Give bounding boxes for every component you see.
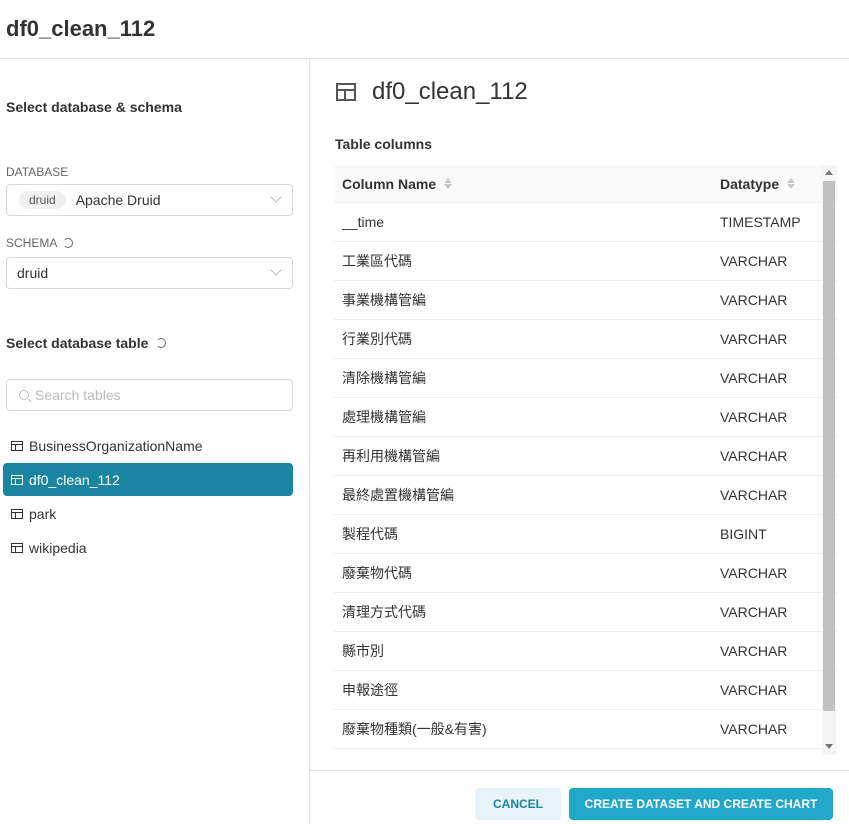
search-icon <box>19 390 29 400</box>
column-name-header-label: Column Name <box>342 175 437 192</box>
refresh-icon[interactable] <box>63 238 74 248</box>
table-row: 工業區代碼 VARCHAR <box>334 242 838 281</box>
column-name-cell: 事業機構管編 <box>342 292 426 308</box>
table-row: 廢棄物代碼 VARCHAR <box>334 554 838 593</box>
datatype-cell: VARCHAR <box>720 409 788 425</box>
table-icon <box>11 474 23 485</box>
schema-value: druid <box>17 265 49 281</box>
table-row: 事業機構管編 VARCHAR <box>334 281 838 320</box>
modal-header: df0_clean_112 <box>0 0 849 59</box>
refresh-icon[interactable] <box>156 338 167 348</box>
database-value: Apache Druid <box>75 192 161 208</box>
search-tables-field[interactable] <box>6 379 293 411</box>
table-row: 清除機構管編 VARCHAR <box>334 359 838 398</box>
table-item-label: park <box>29 505 57 522</box>
main-title: df0_clean_112 <box>336 78 528 106</box>
column-name-cell: 清除機構管編 <box>342 370 426 386</box>
column-name-cell: 工業區代碼 <box>342 253 412 269</box>
datatype-cell: TIMESTAMP <box>720 214 801 230</box>
datatype-cell: VARCHAR <box>720 604 788 620</box>
table-item-businessorganizationname[interactable]: BusinessOrganizationName <box>3 429 293 462</box>
column-name-cell: 製程代碼 <box>342 526 398 542</box>
select-db-schema-title: Select database & schema <box>6 99 182 115</box>
column-name-cell: __time <box>342 214 385 230</box>
column-name-cell: 縣市別 <box>342 643 384 659</box>
table-item-park[interactable]: park <box>3 497 293 530</box>
select-table-title-text: Select database table <box>6 335 149 351</box>
sort-icon <box>444 178 453 189</box>
table-icon <box>11 440 23 451</box>
right-panel: df0_clean_112 Table columns Column Name … <box>310 59 849 824</box>
column-name-cell: 廢棄物種類(一般&有害) <box>342 721 487 737</box>
column-name-cell: 處理機構管編 <box>342 409 426 425</box>
modal-footer: CANCEL CREATE DATASET AND CREATE CHART <box>310 770 849 824</box>
database-tag: druid <box>19 191 66 209</box>
columns-table: Column Name Datatype __time TIMESTAMP 工業區代… <box>334 165 838 755</box>
table-item-label: BusinessOrganizationName <box>29 437 203 454</box>
modal-title: df0_clean_112 <box>6 16 156 41</box>
schema-label-text: SCHEMA <box>6 236 58 250</box>
cancel-button[interactable]: CANCEL <box>475 788 561 820</box>
datatype-cell: VARCHAR <box>720 682 788 698</box>
column-name-cell: 再利用機構管編 <box>342 448 440 464</box>
datatype-cell: VARCHAR <box>720 370 788 386</box>
table-row: 處理機構管編 VARCHAR <box>334 398 838 437</box>
database-label-text: DATABASE <box>6 165 69 179</box>
chevron-down-icon <box>270 264 282 276</box>
table-item-df0-clean-112[interactable]: df0_clean_112 <box>3 463 293 496</box>
datatype-cell: BIGINT <box>720 526 767 542</box>
table-row: __time TIMESTAMP <box>334 203 838 242</box>
column-name-header[interactable]: Column Name <box>334 176 720 192</box>
column-name-cell: 廢棄物代碼 <box>342 565 412 581</box>
table-row: 清理方式代碼 VARCHAR <box>334 593 838 632</box>
table-row: 縣市別 VARCHAR <box>334 632 838 671</box>
scroll-thumb[interactable] <box>823 181 835 711</box>
column-name-cell: 清理方式代碼 <box>342 604 426 620</box>
table-row: 申報途徑 VARCHAR <box>334 671 838 710</box>
scroll-down-icon[interactable] <box>825 744 833 749</box>
table-row: 製程代碼 BIGINT <box>334 515 838 554</box>
database-select[interactable]: druid Apache Druid <box>6 184 293 216</box>
datatype-header[interactable]: Datatype <box>720 175 796 192</box>
table-item-label: wikipedia <box>29 539 87 556</box>
table-row: 行業別代碼 VARCHAR <box>334 320 838 359</box>
left-panel: Select database & schema DATABASE druid … <box>0 59 310 824</box>
sort-icon <box>787 178 796 189</box>
table-header: Column Name Datatype <box>334 165 838 203</box>
table-body: __time TIMESTAMP 工業區代碼 VARCHAR 事業機構管編 VARCHAR… <box>334 203 838 749</box>
scroll-up-icon[interactable] <box>825 170 833 175</box>
table-icon <box>11 508 23 519</box>
search-input[interactable] <box>35 387 275 403</box>
datatype-cell: VARCHAR <box>720 487 788 503</box>
datatype-cell: VARCHAR <box>720 565 788 581</box>
datatype-cell: VARCHAR <box>720 292 788 308</box>
table-icon <box>11 542 23 553</box>
datatype-cell: VARCHAR <box>720 643 788 659</box>
schema-label: SCHEMA <box>6 236 74 250</box>
schema-select[interactable]: druid <box>6 257 293 289</box>
select-table-title: Select database table <box>6 335 167 351</box>
datatype-cell: VARCHAR <box>720 721 788 737</box>
column-name-cell: 最終處置機構管編 <box>342 487 454 503</box>
datatype-cell: VARCHAR <box>720 253 788 269</box>
main-title-text: df0_clean_112 <box>372 78 528 105</box>
table-scrollbar[interactable] <box>822 165 836 755</box>
table-item-wikipedia[interactable]: wikipedia <box>3 531 293 564</box>
table-columns-title: Table columns <box>335 136 432 152</box>
table-row: 廢棄物種類(一般&有害) VARCHAR <box>334 710 838 749</box>
datatype-cell: VARCHAR <box>720 331 788 347</box>
table-row: 再利用機構管編 VARCHAR <box>334 437 838 476</box>
chevron-down-icon <box>270 191 282 203</box>
database-label: DATABASE <box>6 165 68 179</box>
table-item-label: df0_clean_112 <box>29 471 120 488</box>
datatype-header-label: Datatype <box>720 175 780 192</box>
column-name-cell: 行業別代碼 <box>342 331 412 347</box>
table-row: 最終處置機構管編 VARCHAR <box>334 476 838 515</box>
column-name-cell: 申報途徑 <box>342 682 398 698</box>
table-list: BusinessOrganizationName df0_clean_112 p… <box>3 429 293 565</box>
table-icon <box>336 83 356 101</box>
create-dataset-and-chart-button[interactable]: CREATE DATASET AND CREATE CHART <box>569 788 833 820</box>
datatype-cell: VARCHAR <box>720 448 788 464</box>
